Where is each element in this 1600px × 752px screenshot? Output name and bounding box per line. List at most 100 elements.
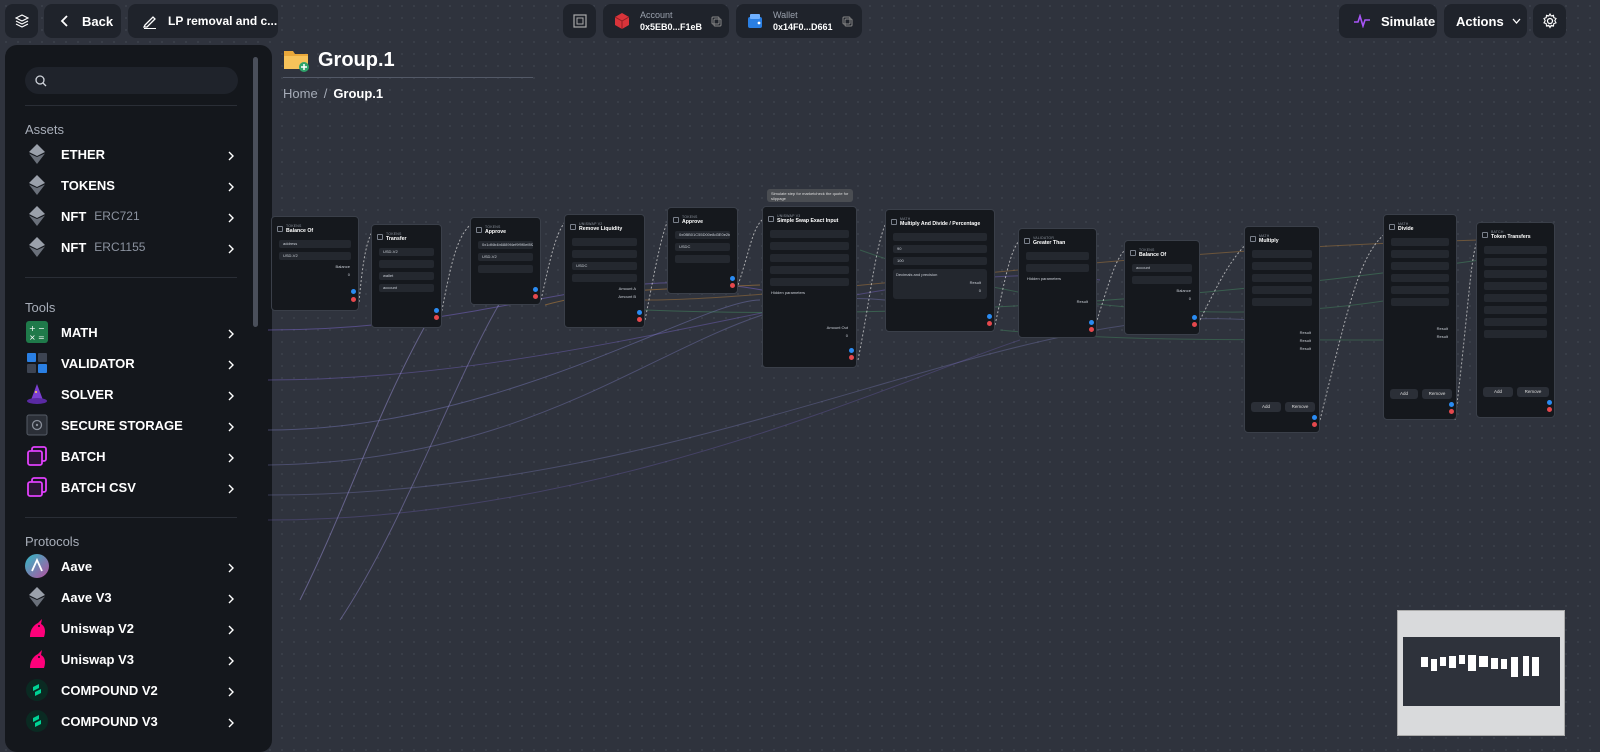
minimap-node — [1491, 658, 1498, 669]
node-result: Balance — [335, 264, 350, 269]
node-field[interactable] — [770, 230, 849, 238]
node-field[interactable] — [1484, 258, 1547, 266]
node-field[interactable] — [1391, 262, 1449, 270]
node-field[interactable] — [893, 233, 987, 241]
output-port[interactable] — [1312, 415, 1317, 420]
node-balance-of[interactable]: TOKENS Balance Of address USD-V2 Balance … — [271, 216, 359, 311]
node-field[interactable]: USD-V2 — [379, 248, 434, 256]
node-field[interactable] — [1391, 250, 1449, 258]
minimap-viewport[interactable] — [1403, 637, 1560, 706]
node-simple-swap-exact-input[interactable]: UNISWAP V3 Simple Swap Exact Input Hidden… — [762, 206, 857, 368]
node-field[interactable]: account — [379, 284, 434, 292]
node-field[interactable]: address — [279, 240, 351, 248]
node-field[interactable] — [1132, 276, 1192, 284]
remove-button[interactable]: Remove — [1285, 402, 1315, 412]
node-field[interactable]: 90 — [893, 245, 987, 253]
node-multiply-and-divide[interactable]: MATH Multiply And Divide / Percentage 90 … — [885, 209, 995, 332]
node-field[interactable] — [1252, 274, 1312, 282]
node-field[interactable] — [1391, 238, 1449, 246]
node-field[interactable]: USD-V2 — [478, 253, 533, 261]
node-approve[interactable]: TOKENSApprove 0x0BB01C55D00e8d3E0e2b0e1F… — [667, 207, 738, 294]
error-port[interactable] — [637, 317, 642, 322]
error-port[interactable] — [730, 283, 735, 288]
node-field[interactable]: USDC — [675, 243, 730, 251]
node-field[interactable] — [1026, 252, 1089, 260]
node-options[interactable]: Decimals and precision — [896, 272, 984, 277]
node-field[interactable] — [770, 254, 849, 262]
node-field[interactable] — [379, 260, 434, 268]
output-port[interactable] — [533, 287, 538, 292]
output-port[interactable] — [1192, 315, 1197, 320]
node-field[interactable] — [572, 250, 637, 258]
node-field[interactable] — [1484, 282, 1547, 290]
remove-button[interactable]: Remove — [1517, 387, 1549, 397]
remove-button[interactable]: Remove — [1422, 389, 1452, 399]
node-balance-of[interactable]: TOKENS Balance Of account Balance 0 — [1124, 240, 1200, 335]
node-field[interactable] — [1026, 264, 1089, 272]
error-port[interactable] — [533, 294, 538, 299]
node-field[interactable]: 0x0BB01C55D00e8d3E0e2b0e1F — [675, 231, 730, 239]
node-field[interactable] — [1391, 298, 1449, 306]
node-field[interactable] — [572, 238, 637, 246]
error-port[interactable] — [987, 321, 992, 326]
node-options[interactable]: Hidden parameters — [771, 290, 848, 295]
node-field[interactable]: wallet — [379, 272, 434, 280]
output-port[interactable] — [1089, 320, 1094, 325]
node-field[interactable] — [572, 274, 637, 282]
node-multiply[interactable]: MATH Multiply Result Result Result Add Re… — [1244, 226, 1320, 433]
error-port[interactable] — [1449, 409, 1454, 414]
node-field[interactable] — [1484, 306, 1547, 314]
output-port[interactable] — [849, 348, 854, 353]
node-approve[interactable]: TOKENS Approve 0x1df4b4b6889f4ef9f9f0ef8f… — [470, 217, 541, 305]
output-port[interactable] — [351, 289, 356, 294]
node-field[interactable] — [675, 255, 730, 263]
node-field[interactable] — [1391, 286, 1449, 294]
node-field[interactable] — [478, 265, 533, 273]
node-field[interactable] — [1252, 286, 1312, 294]
node-field[interactable] — [1252, 250, 1312, 258]
output-port[interactable] — [987, 314, 992, 319]
node-field[interactable] — [1484, 246, 1547, 254]
node-title: Balance Of — [286, 228, 314, 234]
error-port[interactable] — [434, 315, 439, 320]
node-field[interactable]: 100 — [893, 257, 987, 265]
add-button[interactable]: Add — [1390, 389, 1418, 399]
node-field[interactable] — [1252, 298, 1312, 306]
node-field[interactable] — [770, 266, 849, 274]
output-port[interactable] — [1547, 400, 1552, 405]
output-port[interactable] — [730, 276, 735, 281]
node-field[interactable]: 0x1df4b4b6889f4ef9f9f0ef8f2 — [478, 241, 533, 249]
minimap[interactable] — [1397, 610, 1565, 736]
node-divide[interactable]: MATH Divide Result Result Add Remove — [1383, 214, 1457, 420]
error-port[interactable] — [1192, 322, 1197, 327]
node-field[interactable] — [1391, 274, 1449, 282]
node-remove-liquidity[interactable]: UNISWAP V2 Remove Liquidity USDC Amount A… — [564, 214, 645, 328]
node-field[interactable] — [1484, 318, 1547, 326]
node-field[interactable] — [770, 278, 849, 286]
error-port[interactable] — [1312, 422, 1317, 427]
add-button[interactable]: Add — [1483, 387, 1513, 397]
edge — [644, 219, 669, 321]
node-field[interactable] — [1484, 330, 1547, 338]
error-port[interactable] — [849, 355, 854, 360]
error-port[interactable] — [1089, 327, 1094, 332]
node-field[interactable] — [1484, 294, 1547, 302]
node-field[interactable]: USD-V2 — [279, 252, 351, 260]
node-field[interactable]: account — [1132, 264, 1192, 272]
node-field[interactable] — [1484, 270, 1547, 278]
node-field[interactable] — [770, 242, 849, 250]
node-greater-than[interactable]: VALIDATOR Greater Than Hidden parameters … — [1018, 228, 1097, 338]
node-result: 0 — [978, 288, 981, 293]
output-port[interactable] — [1449, 402, 1454, 407]
node-field[interactable] — [1252, 262, 1312, 270]
node-options[interactable]: Hidden parameters — [1027, 276, 1088, 281]
node-title: Transfer — [386, 236, 407, 242]
node-field[interactable]: USDC — [572, 262, 637, 270]
output-port[interactable] — [637, 310, 642, 315]
node-transfer[interactable]: TOKENS Transfer USD-V2 wallet account — [371, 224, 442, 328]
error-port[interactable] — [1547, 407, 1552, 412]
add-button[interactable]: Add — [1251, 402, 1281, 412]
node-token-transfers[interactable]: BATCH Token Transfers Add Remove — [1476, 222, 1555, 418]
output-port[interactable] — [434, 308, 439, 313]
error-port[interactable] — [351, 297, 356, 302]
